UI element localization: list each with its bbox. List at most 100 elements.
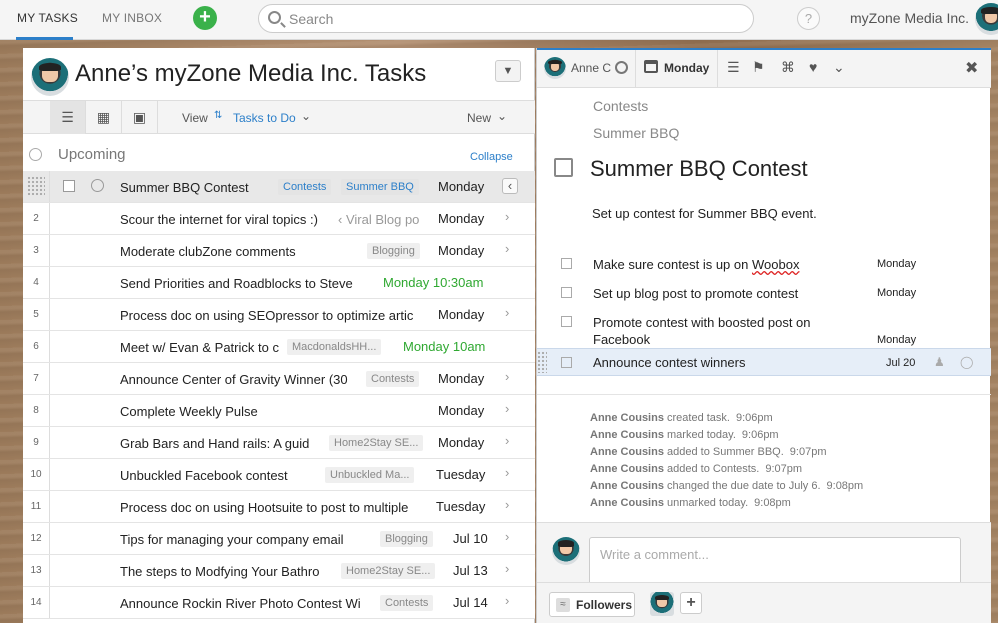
task-name[interactable]: Summer BBQ Contest xyxy=(120,180,249,195)
follower-avatar[interactable] xyxy=(650,592,674,616)
organization-switcher[interactable]: myZone Media Inc. xyxy=(850,10,969,26)
subtask-checkbox[interactable] xyxy=(561,258,572,269)
drag-handle[interactable] xyxy=(27,176,45,196)
chevron-right-icon[interactable]: › xyxy=(505,209,509,224)
subtask-checkbox[interactable] xyxy=(561,316,572,327)
assignee-name[interactable]: Anne C xyxy=(571,61,611,75)
task-row[interactable]: 2 Scour the internet for viral topics :) ‹… xyxy=(23,203,535,235)
subtask-due[interactable]: Jul 20 xyxy=(886,357,915,369)
due-date[interactable]: Monday xyxy=(438,243,484,258)
list-view-icon[interactable]: ☰ xyxy=(50,101,86,134)
new-button[interactable]: New xyxy=(467,111,491,125)
subtask-due[interactable]: Monday xyxy=(877,258,916,270)
tag-icon[interactable]: ⚑ xyxy=(752,59,765,76)
chevron-right-icon[interactable]: › xyxy=(505,433,509,448)
subtask-checkbox[interactable] xyxy=(561,287,572,298)
subtask-due[interactable]: Monday xyxy=(877,287,916,299)
task-row[interactable]: Summer BBQ Contest Contests Summer BBQ Mond… xyxy=(23,171,535,203)
assignee-avatar[interactable] xyxy=(544,57,566,79)
add-task-button[interactable]: + xyxy=(193,6,217,30)
task-name[interactable]: Grab Bars and Hand rails: A guid xyxy=(120,436,320,451)
activity-user[interactable]: Anne Cousins xyxy=(590,429,664,441)
project-tag[interactable]: Blogging xyxy=(367,243,420,259)
subtasks-icon[interactable]: ☰ xyxy=(727,59,740,76)
subtask-checkbox[interactable] xyxy=(561,357,572,368)
breadcrumb-project[interactable]: Contests xyxy=(593,98,648,114)
subtask-item-selected[interactable]: Announce contest winners Jul 20 ♟ ◯ xyxy=(537,348,991,376)
task-checkbox[interactable] xyxy=(63,180,75,192)
project-tag[interactable]: Home2Stay SE... xyxy=(341,563,436,579)
chevron-right-icon[interactable]: › xyxy=(505,305,509,320)
project-tag[interactable]: Contests xyxy=(278,179,332,195)
circle-icon[interactable] xyxy=(91,179,104,192)
task-name[interactable]: Announce Rockin River Photo Contest Wi xyxy=(120,596,375,611)
task-description[interactable]: Set up contest for Summer BBQ event. xyxy=(592,206,817,221)
task-row[interactable]: 7 Announce Center of Gravity Winner (30 Co… xyxy=(23,363,535,395)
chevron-down-icon[interactable]: ⌄ xyxy=(497,109,507,123)
chevron-down-icon[interactable]: ⌄ xyxy=(833,59,845,76)
due-date[interactable]: Jul 13 xyxy=(453,563,488,578)
task-name[interactable]: Send Priorities and Roadblocks to Steve xyxy=(120,276,353,291)
due-date[interactable]: Monday xyxy=(438,403,484,418)
chevron-left-icon[interactable]: ‹ xyxy=(502,178,518,194)
project-tag[interactable]: Contests xyxy=(366,371,420,387)
close-icon[interactable]: ✖ xyxy=(965,58,978,78)
task-row[interactable]: 14 Announce Rockin River Photo Contest Wi… xyxy=(23,587,535,619)
project-tag[interactable]: Contests xyxy=(380,595,434,611)
comment-input[interactable] xyxy=(589,537,961,587)
task-row[interactable]: 3 Moderate clubZone comments Blogging Monda… xyxy=(23,235,535,267)
task-title[interactable]: Summer BBQ Contest xyxy=(590,156,808,182)
task-name[interactable]: Process doc on using Hootsuite to post t… xyxy=(120,500,425,515)
task-row[interactable]: 10 Unbuckled Facebook contest Unbuckled Ma… xyxy=(23,459,535,491)
followers-button[interactable]: ≈ Followers xyxy=(549,592,635,617)
project-tag[interactable]: Blogging xyxy=(380,531,433,547)
task-row[interactable]: 4 Send Priorities and Roadblocks to Steve… xyxy=(23,267,535,299)
assignee-icon[interactable]: ♟ xyxy=(934,355,945,369)
circle-icon[interactable] xyxy=(615,61,628,74)
chevron-right-icon[interactable]: › xyxy=(505,593,509,608)
calendar-view-icon[interactable]: ▦ xyxy=(86,101,122,134)
chevron-right-icon[interactable]: › xyxy=(505,497,509,512)
activity-user[interactable]: Anne Cousins xyxy=(590,412,664,424)
project-tag[interactable]: Summer BBQ xyxy=(341,179,419,195)
chevron-right-icon[interactable]: › xyxy=(505,241,509,256)
task-name[interactable]: Scour the internet for viral topics :) xyxy=(120,212,335,227)
task-name[interactable]: Moderate clubZone comments xyxy=(120,244,296,259)
breadcrumb-project[interactable]: Summer BBQ xyxy=(593,125,679,141)
subtask-name[interactable]: Announce contest winners xyxy=(593,354,843,371)
parent-task-link[interactable]: ‹ Viral Blog po xyxy=(338,212,419,228)
task-row[interactable]: 8 Complete Weekly Pulse Monday › xyxy=(23,395,535,427)
search-input[interactable] xyxy=(289,9,739,29)
task-name[interactable]: Complete Weekly Pulse xyxy=(120,404,258,419)
heart-icon[interactable]: ♥ xyxy=(809,59,817,75)
task-complete-checkbox[interactable] xyxy=(554,158,573,177)
chevron-right-icon[interactable]: › xyxy=(505,401,509,416)
due-date[interactable]: Monday xyxy=(438,307,484,322)
tab-my-tasks[interactable]: MY TASKS xyxy=(17,11,78,25)
activity-user[interactable]: Anne Cousins xyxy=(590,480,664,492)
task-row[interactable]: 11 Process doc on using Hootsuite to post… xyxy=(23,491,535,523)
due-date[interactable]: Jul 10 xyxy=(453,531,488,546)
comment-icon[interactable]: ◯ xyxy=(960,355,973,369)
chevron-down-icon[interactable]: ▼ xyxy=(495,60,521,82)
task-name[interactable]: Announce Center of Gravity Winner (30 xyxy=(120,372,365,387)
circle-icon[interactable] xyxy=(29,148,42,161)
subtask-name[interactable]: Make sure contest is up on Woobox xyxy=(593,256,843,273)
subtask-due[interactable]: Monday xyxy=(877,334,916,346)
due-date[interactable]: Monday 10am xyxy=(403,339,485,354)
task-name[interactable]: Meet w/ Evan & Patrick to c xyxy=(120,340,288,355)
attachment-icon[interactable]: ⌘ xyxy=(781,59,795,76)
chevron-down-icon[interactable]: ⌄ xyxy=(301,109,311,123)
due-date[interactable]: Tuesday xyxy=(436,499,485,514)
task-row[interactable]: 12 Tips for managing your company email Bl… xyxy=(23,523,535,555)
chevron-right-icon[interactable]: › xyxy=(505,561,509,576)
activity-user[interactable]: Anne Cousins xyxy=(590,497,664,509)
due-date[interactable]: Monday xyxy=(438,211,484,226)
search-bar[interactable] xyxy=(258,4,754,33)
task-row[interactable]: 5 Process doc on using SEOpressor to opti… xyxy=(23,299,535,331)
due-date[interactable]: Monday xyxy=(664,61,709,75)
project-tag[interactable]: Unbuckled Ma... xyxy=(325,467,415,483)
view-selector[interactable]: Tasks to Do xyxy=(233,111,296,125)
task-row[interactable]: 6 Meet w/ Evan & Patrick to c MacdonaldsHH… xyxy=(23,331,535,363)
task-name[interactable]: Tips for managing your company email xyxy=(120,532,344,547)
